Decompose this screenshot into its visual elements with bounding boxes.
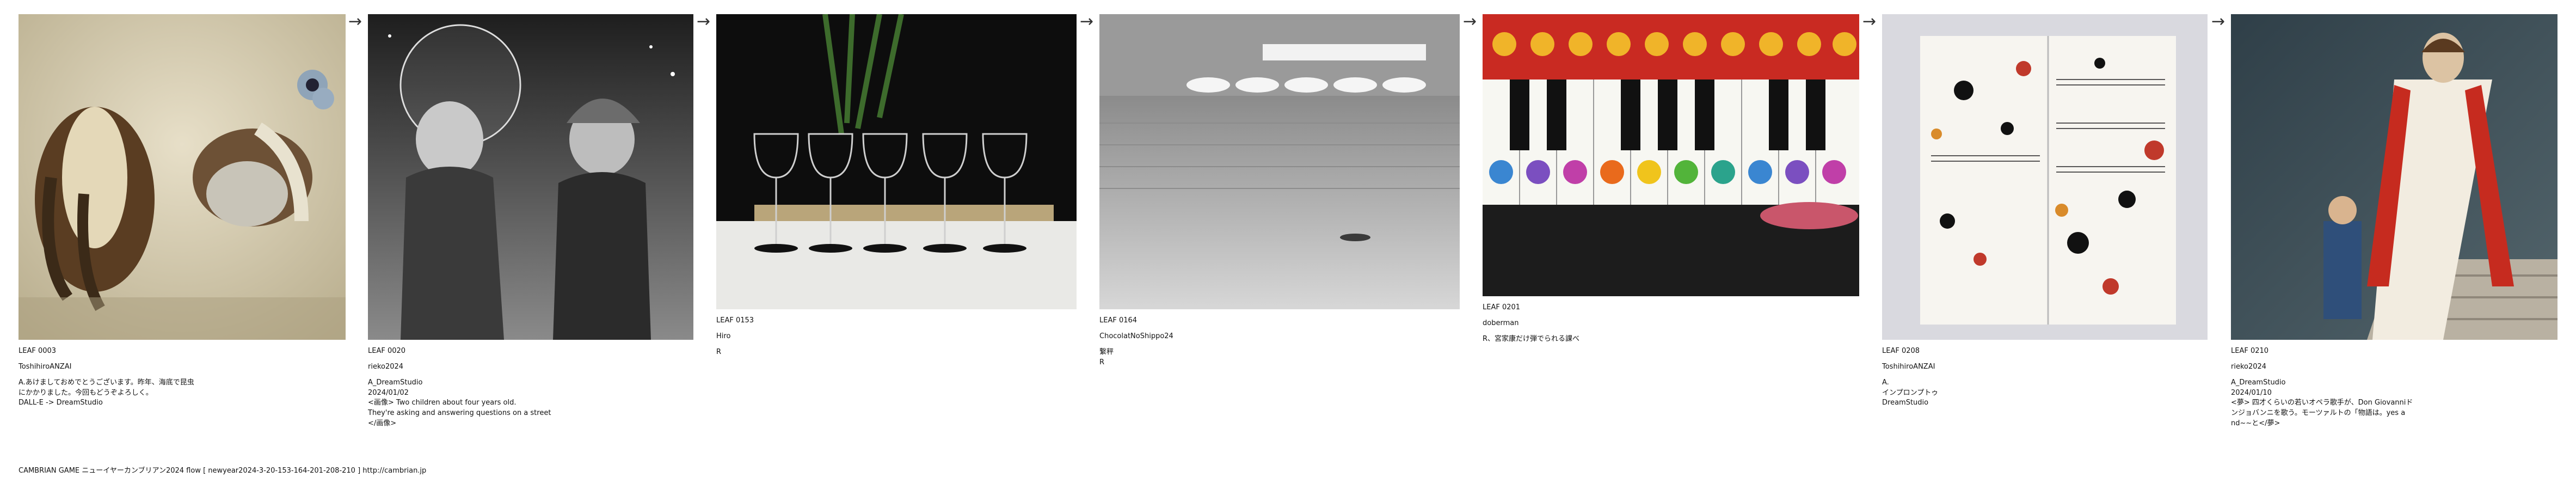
leaf-text-line: R <box>716 347 722 356</box>
leaf-id: LEAF 0208 <box>1882 347 1920 355</box>
leaf-author[interactable]: rieko2024 <box>368 362 693 372</box>
leaf-card[interactable]: LEAF 0020 rieko2024 A_DreamStudio 2024/0… <box>368 14 693 429</box>
leaf-card[interactable]: LEAF 0210 rieko2024 A_DreamStudio 2024/0… <box>2231 14 2557 429</box>
leaf-text-line: 2024/01/10 <box>2231 388 2272 397</box>
leaf-id: LEAF 0020 <box>368 347 406 355</box>
leaf-author[interactable]: doberman <box>1483 319 1859 329</box>
leaf-image-lake[interactable] <box>1099 14 1460 309</box>
leaf-text-line: A_DreamStudio <box>2231 378 2286 387</box>
leaf-card[interactable]: LEAF 0153 Hiro R <box>716 14 1077 358</box>
ink-splatter-book <box>1882 14 2208 340</box>
leaf-text-line: 繋秤 <box>1099 347 1114 356</box>
flow-arrow-icon: → <box>1080 12 1094 31</box>
leaf-text-line: A. <box>1882 378 1889 387</box>
leaf-text-line: DreamStudio <box>1882 399 1929 407</box>
leaf-id: LEAF 0210 <box>2231 347 2269 355</box>
leaf-id: LEAF 0003 <box>19 347 57 355</box>
leaf-author[interactable]: rieko2024 <box>2231 362 2557 372</box>
children-bubble-photo <box>368 14 693 340</box>
leaf-text-line: R、宮家康だけ弾でられる課べ <box>1483 334 1580 343</box>
leaf-text-line: <夢> 四才くらいの若いオペラ歌手が、Don Giovanniド <box>2231 399 2413 407</box>
leaf-image-children[interactable] <box>368 14 693 340</box>
leaf-text-line: インプロンプトゥ <box>1882 388 1939 397</box>
leaf-text-line: nd~~と</夢> <box>2231 419 2280 428</box>
leaf-card[interactable]: LEAF 0208 ToshihiroANZAI A. インプロンプトゥ Dre… <box>1882 14 2208 408</box>
leaf-author[interactable]: ToshihiroANZAI <box>1882 362 2208 372</box>
leaf-text-line: DALL-E -> DreamStudio <box>19 399 103 407</box>
flow-arrow-icon: → <box>348 12 362 31</box>
leaf-card[interactable]: LEAF 0164 ChocolatNoShippo24 繋秤 R <box>1099 14 1460 368</box>
leaf-text-line: にかかりました。今回もどうぞよろしく。 <box>19 388 153 397</box>
leaf-text-line: They're asking and answering questions o… <box>368 409 551 418</box>
flow-arrow-icon: → <box>2211 12 2225 31</box>
leaf-author[interactable]: ChocolatNoShippo24 <box>1099 332 1460 342</box>
leaf-id: LEAF 0164 <box>1099 316 1138 325</box>
leaf-id: LEAF 0153 <box>716 316 754 325</box>
leaf-image-creatures[interactable] <box>19 14 346 340</box>
leaf-image-opera[interactable] <box>2231 14 2557 340</box>
leaf-text-line: </画像> <box>368 419 397 428</box>
leaf-image-ink-book[interactable] <box>1882 14 2208 340</box>
leaf-text-line: A_DreamStudio <box>368 378 423 387</box>
leaf-text-line: <画像> Two children about four years old. <box>368 399 517 407</box>
leaf-card[interactable]: LEAF 0201 doberman R、宮家康だけ弾でられる課べ <box>1483 14 1859 345</box>
opera-painting <box>2231 14 2557 340</box>
wine-glasses-photo <box>716 14 1077 309</box>
leaf-author[interactable]: ToshihiroANZAI <box>19 362 346 372</box>
flow-arrow-icon: → <box>697 12 711 31</box>
leaf-image-keyboard[interactable] <box>1483 14 1859 296</box>
leaf-text-line: R <box>1099 358 1105 366</box>
flow-arrow-icon: → <box>1463 12 1477 31</box>
leaf-card[interactable]: LEAF 0003 ToshihiroANZAI A.あけましておめでとうござい… <box>19 14 346 408</box>
flow-arrow-icon: → <box>1862 12 1877 31</box>
leaf-author[interactable]: Hiro <box>716 332 1077 342</box>
creatures-illustration <box>19 14 346 340</box>
leaf-id: LEAF 0201 <box>1483 303 1521 311</box>
leaf-text-line: ンジョバンニを歌う。モーツァルトの「物語は。yes a <box>2231 409 2406 418</box>
footer-flow-info[interactable]: CAMBRIAN GAME ニューイヤーカンブリアン2024 flow [ ne… <box>19 464 426 475</box>
leaf-text-line: 2024/01/02 <box>368 388 409 397</box>
leaf-text-line: A.あけましておめでとうございます。昨年、海底で昆虫 <box>19 378 194 387</box>
toy-keyboard-photo <box>1483 14 1859 296</box>
leaf-image-glasses[interactable] <box>716 14 1077 309</box>
lake-photo <box>1099 14 1460 309</box>
